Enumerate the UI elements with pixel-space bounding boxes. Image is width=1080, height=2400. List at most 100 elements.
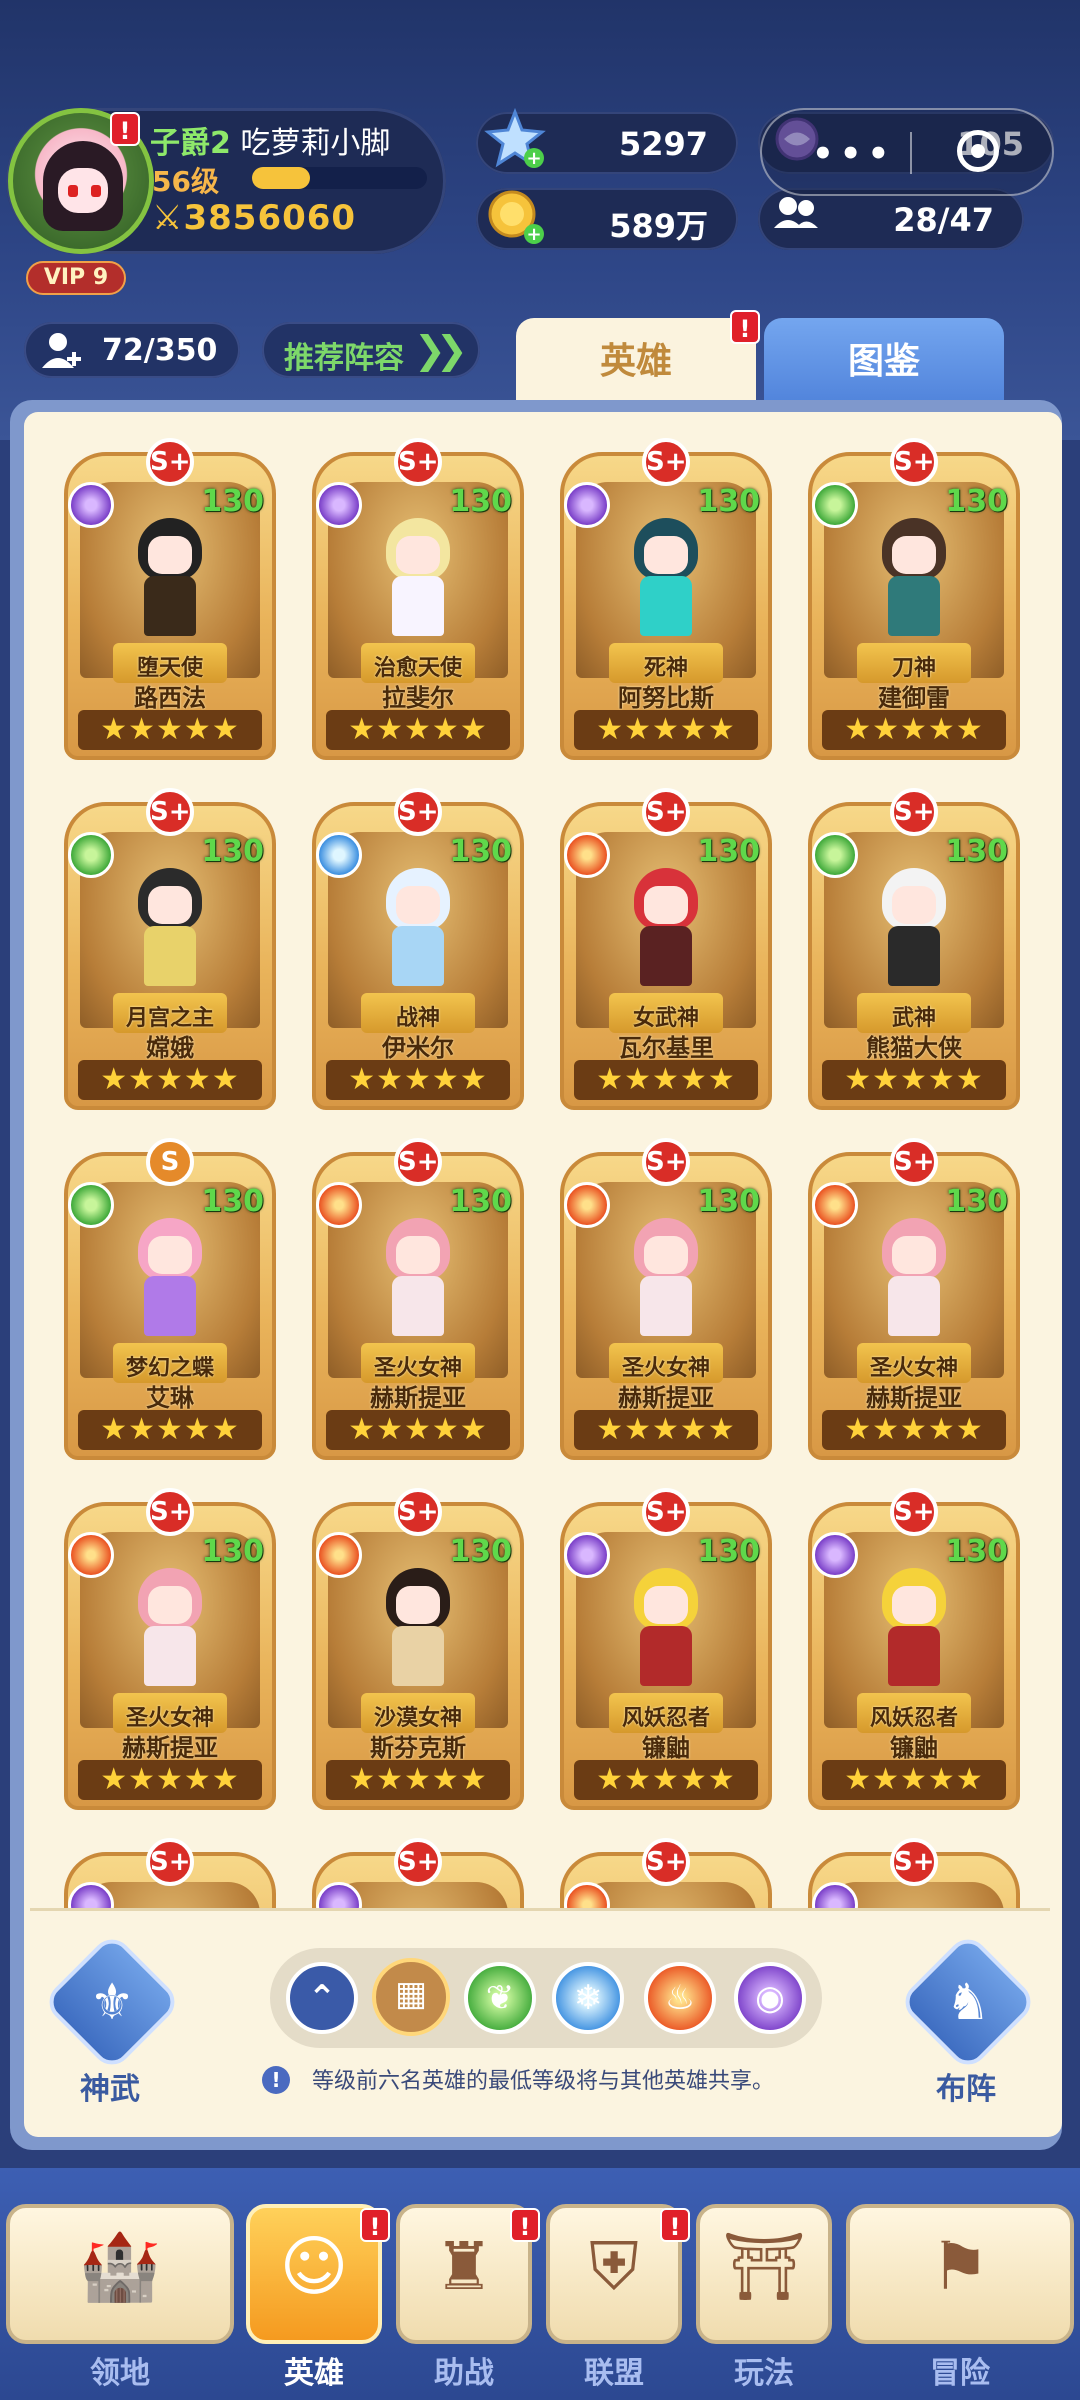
- grade-badge: S+: [146, 1838, 194, 1886]
- filter-nature-icon[interactable]: ❦: [464, 1962, 536, 2034]
- formation-label: 布阵: [936, 2072, 996, 2107]
- player-name: 吃萝莉小脚: [240, 126, 391, 161]
- filter-fire-icon[interactable]: ♨: [644, 1962, 716, 2034]
- hero-icon: ☺: [279, 2228, 349, 2305]
- hero-card[interactable]: S+: [58, 1838, 282, 1910]
- hero-card[interactable]: S+: [306, 1838, 530, 1910]
- nature-element-icon: [812, 832, 858, 878]
- hero-name: 伊米尔: [382, 1034, 454, 1062]
- hero-sprite: [368, 1218, 468, 1338]
- hero-level: 130: [945, 484, 1008, 519]
- fire-element-icon: [316, 1532, 362, 1578]
- nature-element-icon: [812, 482, 858, 528]
- hero-name: 熊猫大侠: [866, 1034, 962, 1062]
- hero-card[interactable]: S+: [554, 1838, 778, 1910]
- hero-sprite: [616, 518, 716, 638]
- xp-bar-fill: [252, 167, 310, 189]
- nav-territory[interactable]: 🏰: [6, 2204, 234, 2344]
- hero-card[interactable]: S+ 130 沙漠女神 斯芬克斯 ★★★★★: [306, 1488, 530, 1818]
- fire-element-icon: [564, 832, 610, 878]
- hero-sprite: [120, 1568, 220, 1688]
- hero-card[interactable]: S+ 130 治愈天使 拉斐尔 ★★★★★: [306, 438, 530, 768]
- fire-element-icon: [812, 1182, 858, 1228]
- combat-power: ⚔3856060: [152, 198, 356, 238]
- hero-card[interactable]: S+ 130 圣火女神 赫斯提亚 ★★★★★: [58, 1488, 282, 1818]
- banner-icon: ♜: [434, 2228, 494, 2305]
- hero-level: 130: [201, 1534, 264, 1569]
- hero-count-pill[interactable]: 72/350: [24, 322, 240, 378]
- hero-sprite: [120, 868, 220, 988]
- hero-card[interactable]: S+ 130 堕天使 路西法 ★★★★★: [58, 438, 282, 768]
- capsule-divider: [910, 132, 912, 174]
- hero-sprite: [616, 1218, 716, 1338]
- filter-ice-icon[interactable]: ❄: [552, 1962, 624, 2034]
- hero-sprite: [368, 518, 468, 638]
- gold-counter[interactable]: + 589万: [476, 188, 738, 250]
- star-rating: ★★★★★: [574, 1760, 758, 1800]
- nav-heroes-label: 英雄: [284, 2356, 344, 2391]
- hero-name: 阿努比斯: [618, 684, 714, 712]
- grade-badge: S+: [642, 438, 690, 486]
- hero-name: 赫斯提亚: [618, 1384, 714, 1412]
- recommend-lineup-button[interactable]: 推荐阵容 ❯❯: [262, 322, 480, 378]
- grid-divider: [30, 1908, 1050, 1911]
- close-target-icon[interactable]: [957, 130, 999, 172]
- hero-level: 130: [201, 1184, 264, 1219]
- info-icon: !: [262, 2066, 290, 2094]
- fire-element-icon: [564, 1182, 610, 1228]
- shadow-element-icon: [564, 1532, 610, 1578]
- star-rating: ★★★★★: [78, 1410, 262, 1450]
- star-rating: ★★★★★: [326, 1760, 510, 1800]
- hero-name: 瓦尔基里: [618, 1034, 714, 1062]
- hero-level: 130: [449, 484, 512, 519]
- grade-badge: S+: [890, 438, 938, 486]
- grade-badge: S+: [890, 1838, 938, 1886]
- hero-sprite: [368, 868, 468, 988]
- filter-shadow-icon[interactable]: ◉: [734, 1962, 806, 2034]
- hero-card[interactable]: S+ 130 圣火女神 赫斯提亚 ★★★★★: [554, 1138, 778, 1468]
- hero-card[interactable]: S+ 130 风妖忍者 镰鼬 ★★★★★: [802, 1488, 1026, 1818]
- grade-badge: S+: [890, 1138, 938, 1186]
- diamond-counter[interactable]: + 5297: [476, 107, 738, 174]
- hero-card[interactable]: S+ 130 死神 阿努比斯 ★★★★★: [554, 438, 778, 768]
- hero-name: 镰鼬: [642, 1734, 690, 1762]
- grade-badge: S+: [890, 1488, 938, 1536]
- miniprogram-capsule: •••: [760, 108, 1054, 196]
- hero-card[interactable]: S+ 130 武神 熊猫大侠 ★★★★★: [802, 788, 1026, 1118]
- star-rating: ★★★★★: [78, 710, 262, 750]
- star-rating: ★★★★★: [574, 1060, 758, 1100]
- filter-grid-icon[interactable]: ▦: [372, 1958, 450, 2036]
- star-rating: ★★★★★: [326, 1410, 510, 1450]
- nav-gameplay[interactable]: ⛩: [696, 2204, 832, 2344]
- svg-text:+: +: [526, 224, 541, 245]
- nav-adventure[interactable]: ⚑: [846, 2204, 1074, 2344]
- more-options-icon[interactable]: •••: [812, 134, 895, 174]
- hero-card[interactable]: S+ 130 女武神 瓦尔基里 ★★★★★: [554, 788, 778, 1118]
- vip-badge[interactable]: VIP 9: [26, 261, 126, 295]
- combat-power-value: 3856060: [183, 198, 357, 238]
- shadow-element-icon: [316, 482, 362, 528]
- flag-icon: ⚑: [930, 2228, 990, 2305]
- friends-counter[interactable]: 28/47: [758, 188, 1024, 250]
- nature-element-icon: [68, 1182, 114, 1228]
- hero-card[interactable]: S+ 130 战神 伊米尔 ★★★★★: [306, 788, 530, 1118]
- hero-card[interactable]: S+ 130 圣火女神 赫斯提亚 ★★★★★: [306, 1138, 530, 1468]
- filter-up-arrows-icon[interactable]: ⌃: [286, 1962, 358, 2034]
- player-rank: 子爵2: [150, 126, 231, 161]
- hero-card[interactable]: S+: [802, 1838, 1026, 1910]
- hero-name: 嫦娥: [146, 1034, 194, 1062]
- grade-badge: S+: [146, 438, 194, 486]
- recommend-lineup-label: 推荐阵容: [284, 341, 404, 376]
- hero-name: 赫斯提亚: [370, 1384, 466, 1412]
- hero-card[interactable]: S+ 130 圣火女神 赫斯提亚 ★★★★★: [802, 1138, 1026, 1468]
- hero-level: 130: [697, 1184, 760, 1219]
- hero-sprite: [120, 1218, 220, 1338]
- nav-support-label: 助战: [434, 2356, 494, 2391]
- hero-card[interactable]: S+ 130 月宫之主 嫦娥 ★★★★★: [58, 788, 282, 1118]
- hero-name: 路西法: [134, 684, 206, 712]
- hero-card[interactable]: S+ 130 风妖忍者 镰鼬 ★★★★★: [554, 1488, 778, 1818]
- hero-card[interactable]: S+ 130 刀神 建御雷 ★★★★★: [802, 438, 1026, 768]
- grade-badge: S+: [642, 1838, 690, 1886]
- star-rating: ★★★★★: [822, 1060, 1006, 1100]
- hero-card[interactable]: S 130 梦幻之蝶 艾琳 ★★★★★: [58, 1138, 282, 1468]
